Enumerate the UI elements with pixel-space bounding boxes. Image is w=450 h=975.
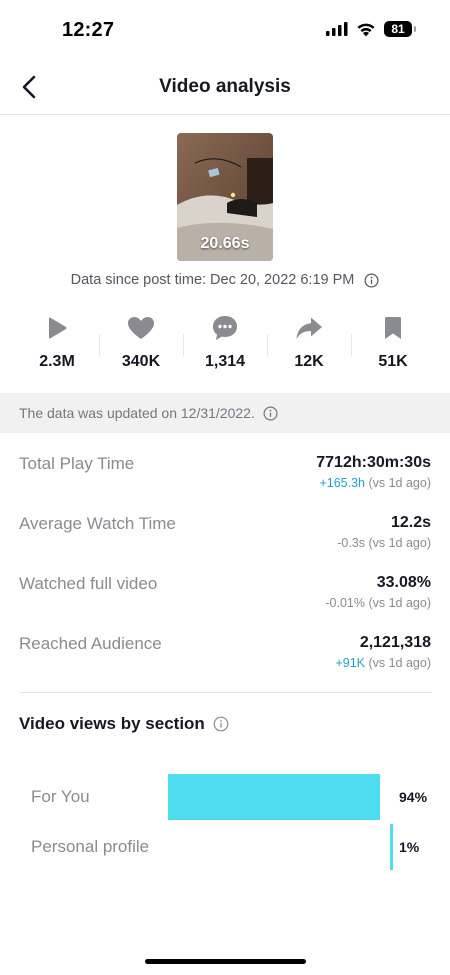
section-bar-personal-profile: Personal profile 1% [31, 824, 431, 870]
stat-label: Reached Audience [19, 634, 162, 653]
stat-compare: (vs 1d ago) [368, 476, 431, 490]
bar-percent: 94% [399, 789, 428, 805]
bar-fill [168, 774, 380, 820]
metric-likes: 340K [99, 310, 183, 382]
section-title: Video views by section [19, 714, 229, 734]
stat-compare: (vs 1d ago) [368, 656, 431, 670]
section-bar-for-you: For You 94% [31, 774, 431, 820]
stat-change: -0.01% (vs 1d ago) [325, 596, 431, 610]
bar-track [168, 824, 393, 870]
engagement-metrics: 2.3M 340K 1,314 12K 51K [15, 310, 435, 382]
metric-value: 2.3M [39, 353, 75, 370]
stat-value: 7712h:30m:30s [316, 454, 431, 471]
divider [19, 692, 431, 693]
home-indicator[interactable] [145, 959, 306, 964]
status-icons: 81 [326, 21, 416, 37]
play-icon [49, 317, 67, 339]
stat-value: 2,121,318 [359, 634, 431, 651]
stat-watched-full-video: Watched full video 33.08% -0.01% (vs 1d … [19, 574, 431, 634]
stat-average-watch-time: Average Watch Time 12.2s -0.3s (vs 1d ag… [19, 514, 431, 574]
stat-delta: -0.01% [325, 596, 365, 610]
bar-label: For You [31, 787, 90, 806]
stat-delta: -0.3s [337, 536, 365, 550]
stat-compare: (vs 1d ago) [368, 536, 431, 550]
battery-level: 81 [391, 22, 405, 36]
update-notice: The data was updated on 12/31/2022. [19, 405, 255, 421]
stat-total-play-time: Total Play Time 7712h:30m:30s +165.3h (v… [19, 454, 431, 514]
bar-track [168, 774, 393, 820]
metric-value: 340K [121, 353, 161, 370]
video-thumbnail[interactable]: 20.66s [177, 133, 273, 261]
section-title-text: Video views by section [19, 714, 205, 733]
bar-fill [390, 824, 393, 870]
share-icon [296, 317, 322, 339]
info-icon[interactable] [263, 406, 278, 421]
metric-value: 12K [294, 353, 324, 370]
metric-saves: 51K [351, 310, 435, 382]
stat-delta: +91K [335, 656, 365, 670]
info-icon[interactable] [364, 273, 379, 288]
stat-label: Total Play Time [19, 454, 135, 473]
metric-shares: 12K [267, 310, 351, 382]
battery-icon: 81 [384, 21, 416, 37]
video-duration: 20.66s [200, 235, 250, 252]
heart-icon [128, 317, 154, 339]
stat-reached-audience: Reached Audience 2,121,318 +91K (vs 1d a… [19, 634, 431, 694]
bookmark-icon [385, 317, 401, 339]
info-icon[interactable] [213, 716, 229, 732]
stat-delta: +165.3h [319, 476, 365, 490]
status-bar: 12:27 81 [0, 0, 450, 60]
data-since-row: Data since post time: Dec 20, 2022 6:19 … [0, 272, 450, 288]
data-since-text: Data since post time: Dec 20, 2022 6:19 … [70, 272, 355, 288]
stat-change: +165.3h (vs 1d ago) [319, 476, 431, 490]
stat-label: Watched full video [19, 574, 158, 593]
stat-change: -0.3s (vs 1d ago) [337, 536, 431, 550]
metric-value: 51K [378, 353, 408, 370]
stat-label: Average Watch Time [19, 514, 176, 533]
bar-percent: 1% [399, 839, 420, 855]
cellular-signal-icon [326, 22, 348, 36]
comment-icon [213, 316, 237, 340]
nav-bar: Video analysis [0, 60, 450, 115]
metric-value: 1,314 [204, 353, 246, 370]
status-time: 12:27 [62, 19, 115, 41]
page-title: Video analysis [159, 76, 291, 97]
stat-compare: (vs 1d ago) [368, 596, 431, 610]
bar-label: Personal profile [31, 837, 150, 856]
stat-value: 33.08% [376, 574, 431, 591]
stat-value: 12.2s [390, 514, 431, 531]
stat-change: +91K (vs 1d ago) [335, 656, 431, 670]
wifi-icon [357, 23, 375, 36]
update-banner: The data was updated on 12/31/2022. [0, 393, 450, 433]
metric-views: 2.3M [15, 310, 99, 382]
metric-comments: 1,314 [183, 310, 267, 382]
